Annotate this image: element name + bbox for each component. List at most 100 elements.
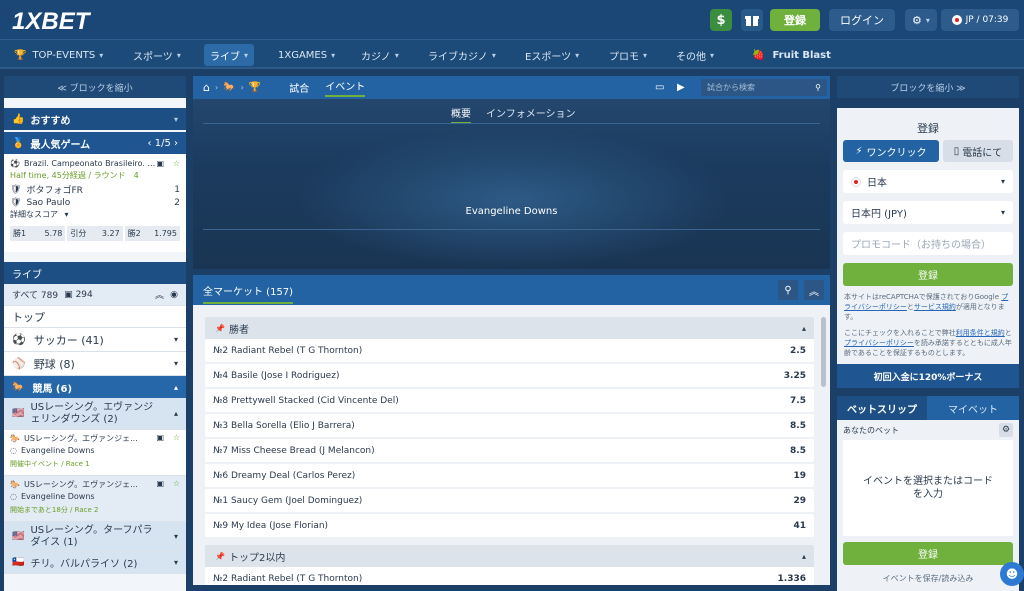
medal-icon: 🏅 [12,137,25,149]
strawberry-icon: 🍓 [752,49,765,61]
all-markets-tab[interactable]: 全マーケット (157) [203,277,294,304]
banner-subtab-overview[interactable]: 概要 [451,105,471,124]
nav-top-events[interactable]: 🏆 TOP-EVENTS ▾ [14,44,103,66]
promo-code-input[interactable]: プロモコード（お持ちの場合） [843,232,1013,255]
sport-baseball[interactable]: ⚾ 野球 (8) ▾ [4,352,186,376]
market-search-button[interactable]: ⚲ [778,280,798,300]
prev-arrow[interactable]: ‹ [148,138,152,149]
horse-small-icon: 🐎 [10,434,20,443]
live-event-1[interactable]: 🐎 USレーシング。エヴァンジェ... ▣ ☆ ◌ Evangeline Downs 開… [4,430,186,476]
runner-row[interactable]: №3 Bella Sorella (Elio J Barrera) 8.5 [205,414,814,437]
logo[interactable]: 1XBET [12,8,89,36]
collapse-markets-button[interactable]: ︽ [804,280,824,300]
runner-row[interactable]: №1 Saucy Gem (Joel Dominguez) 29 [205,489,814,512]
us-racing-evangeline[interactable]: 🇺🇸 USレーシング。エヴァンジェリンダウンズ (2) ▴ [4,398,186,430]
bonus-banner[interactable]: 初回入金に120%ボーナス [837,364,1019,388]
chile-valparaiso[interactable]: 🇨🇱 チリ。バルパライソ (2) ▾ [4,552,186,574]
betslip-tab[interactable]: ベットスリップ [837,396,927,420]
currency-select[interactable]: 日本円 (JPY) ▾ [843,201,1013,224]
featured-match[interactable]: ⚽ Brazil. Campeonato Brasileiro. ... ▣ ☆ Ha… [4,154,186,252]
nav-promo[interactable]: プロモ ▾ [609,44,647,66]
market-group-top2[interactable]: 📌 トップ2以内 ▴ [205,545,814,567]
betslip-register-button[interactable]: 登録 [843,542,1013,565]
globe-icon[interactable]: ◉ [170,290,178,300]
thumbs-up-icon: 👍 [12,113,25,125]
nav-fruit-blast[interactable]: 🍓 Fruit Blast [752,44,831,66]
pin-icon[interactable]: 📌 [215,552,225,561]
nav-other[interactable]: その他 ▾ [676,44,714,66]
star-icon[interactable]: ☆ [173,479,180,488]
trophy-breadcrumb-icon[interactable]: 🏆 [249,82,261,93]
consent-privacy-link[interactable]: プライバシーポリシー [844,339,914,347]
gift-icon[interactable] [741,9,763,31]
scrollbar[interactable] [821,317,826,387]
trophy-icon: 🏆 [14,49,27,61]
nav-casino[interactable]: カジノ ▾ [361,44,399,66]
runner-row[interactable]: №2 Radiant Rebel (T G Thornton) 1.336 [205,567,814,585]
pin-icon[interactable]: 📌 [215,324,225,333]
match-status: Half time, 45分経過 / ラウンド 4 [10,171,139,180]
layout-icon[interactable]: ▭ [655,82,664,93]
register-submit-button[interactable]: 登録 [843,263,1013,286]
terms-link[interactable]: サービス規約 [914,303,956,311]
odds-draw[interactable]: 引分 3.27 [67,226,123,241]
top-row[interactable]: トップ [4,306,186,328]
horse-icon: 🐎 [12,381,25,393]
tab-events[interactable]: イベント [325,78,366,97]
banner-subtab-info[interactable]: インフォメーション [486,105,576,120]
horse-racing-header[interactable]: 🐎 競馬 (6) ▴ [4,376,186,398]
detailed-score-link[interactable]: 詳細なスコア ▾ [10,209,180,223]
sport-soccer[interactable]: ⚽ サッカー (41) ▾ [4,328,186,352]
chat-button[interactable]: ☻ [1000,562,1024,586]
runner-row[interactable]: №9 My Idea (Jose Florian) 41 [205,514,814,537]
tv-icon[interactable]: ▣ [156,159,164,168]
next-arrow[interactable]: › [174,138,178,149]
country-select[interactable]: 日本 ▾ [843,170,1013,193]
right-sidebar: ブロックを縮小 ≫ 登録 ⚡ ワンクリック ▯ 電話にて 日本 ▾ 日本円 (JPY)… [837,76,1024,591]
all-live-row[interactable]: すべて 789 ▣ 294 ︽ ◉ [4,284,186,306]
nav-live-casino[interactable]: ライブカジノ ▾ [428,44,496,66]
us-racing-turf[interactable]: 🇺🇸 USレーシング。ターフパラダイス (1) ▾ [4,522,186,552]
nav-1xgames[interactable]: 1XGAMES ▾ [278,44,335,66]
runner-row[interactable]: №2 Radiant Rebel (T G Thornton) 2.5 [205,339,814,362]
tv-icon[interactable]: ▣ [156,479,164,488]
deposit-button[interactable]: $ [710,9,732,31]
consent-terms-link[interactable]: 利用条件と規約 [956,329,1005,337]
horse-breadcrumb-icon[interactable]: 🐎 [223,82,235,93]
collapse-left-button[interactable]: ≪ ブロックを縮小 [4,76,186,98]
runner-row[interactable]: №4 Basile (Jose I Rodriguez) 3.25 [205,364,814,387]
locale-button[interactable]: JP / 07:39 [941,9,1019,31]
market-group-winner[interactable]: 📌 勝者 ▴ [205,317,814,339]
phone-tab[interactable]: ▯ 電話にて [943,140,1013,162]
one-click-tab[interactable]: ⚡ ワンクリック [843,140,939,162]
odds-away[interactable]: 勝2 1.795 [124,226,180,241]
video-icon[interactable]: ▶ [677,82,685,93]
nav-sports[interactable]: スポーツ ▾ [133,44,181,66]
star-icon[interactable]: ☆ [173,433,180,442]
top-bar: 1XBET $ 登録 ログイン ⚙ ▾ JP / 07:39 [0,0,1024,40]
collapse-right-button[interactable]: ブロックを縮小 ≫ [837,76,1019,98]
odds-home[interactable]: 勝1 5.78 [10,226,66,241]
save-load-events-link[interactable]: イベントを保存/読み込み [837,573,1019,584]
betslip-settings-icon[interactable]: ⚙ [999,423,1013,437]
mybets-tab[interactable]: マイベット [927,396,1019,420]
tv-icon[interactable]: ▣ [156,433,164,442]
home-icon[interactable]: ⌂ [203,81,210,94]
horse-avatar-icon: ◌ [10,492,17,501]
register-button[interactable]: 登録 [770,9,820,31]
recommended-header[interactable]: 👍 おすすめ ▾ [4,108,186,130]
tab-matches[interactable]: 試合 [289,80,309,95]
event-toolbar: ⌂ › 🐎 › 🏆 試合 イベント ▭ ▶ 試合から検索 ⚲ [193,76,830,99]
match-search-input[interactable]: 試合から検索 ⚲ [701,79,827,96]
live-event-2[interactable]: 🐎 USレーシング。エヴァンジェ... ▣ ☆ ◌ Evangeline Downs 開… [4,476,186,522]
settings-button[interactable]: ⚙ ▾ [905,9,937,31]
runner-row[interactable]: №6 Dreamy Deal (Carlos Perez) 19 [205,464,814,487]
login-button[interactable]: ログイン [829,9,895,31]
nav-esports[interactable]: Eスポーツ ▾ [525,44,579,66]
runner-row[interactable]: №7 Miss Cheese Bread (J Melancon) 8.5 [205,439,814,462]
nav-live[interactable]: ライブ ▾ [204,44,255,66]
runner-row[interactable]: №8 Prettywell Stacked (Cid Vincente Del)… [205,389,814,412]
collapse-all-icon[interactable]: ︽ [155,288,164,301]
star-icon[interactable]: ☆ [173,159,180,168]
search-icon[interactable]: ⚲ [815,83,821,92]
